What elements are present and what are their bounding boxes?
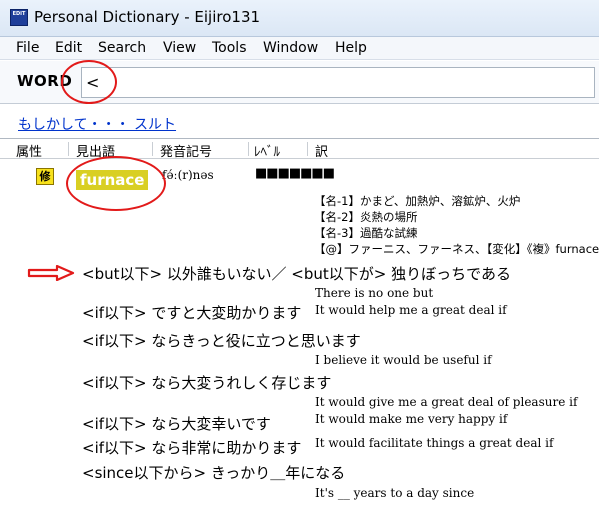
column-level[interactable]: ﾚﾍﾞﾙ bbox=[254, 141, 280, 160]
example-english: It's __ years to a day since bbox=[315, 486, 475, 500]
menu-window[interactable]: Window bbox=[263, 40, 318, 56]
search-toolbar: WORD bbox=[0, 61, 599, 104]
column-header: 属性 見出語 発音記号 ﾚﾍﾞﾙ 訳 bbox=[0, 140, 599, 160]
attribute-badge: 修 bbox=[36, 168, 54, 185]
app-icon: EDIT bbox=[10, 9, 28, 26]
definition-line: 【名-3】過酷な試練 bbox=[314, 226, 418, 240]
column-attribute[interactable]: 属性 bbox=[16, 141, 42, 160]
example-japanese: <if以下> ならきっと役に立つと思います bbox=[82, 332, 361, 350]
example-english: There is no one but bbox=[315, 286, 434, 300]
pronunciation: fə́ː(r)nəs bbox=[162, 168, 214, 182]
suggestion-bar: もしかして・・・ スルト bbox=[0, 105, 599, 139]
example-japanese: <if以下> なら大変うれしく存じます bbox=[82, 374, 332, 392]
level-indicator: ■■■■■■■ bbox=[255, 166, 335, 181]
menu-help[interactable]: Help bbox=[335, 40, 367, 56]
column-pronunciation[interactable]: 発音記号 bbox=[160, 141, 212, 160]
column-divider[interactable] bbox=[68, 142, 69, 156]
column-translation[interactable]: 訳 bbox=[315, 141, 328, 160]
definition-line: 【@】ファーニス、ファーネス、【変化】《複》furnaces bbox=[314, 242, 599, 256]
example-english: It would facilitate things a great deal … bbox=[315, 436, 554, 450]
window-title: Personal Dictionary - Eijiro131 bbox=[34, 8, 261, 26]
menu-view[interactable]: View bbox=[163, 40, 196, 56]
example-japanese: <since以下から> きっかり＿年になる bbox=[82, 464, 346, 482]
example-japanese: <if以下> なら大変幸いです bbox=[82, 415, 271, 433]
column-divider[interactable] bbox=[307, 142, 308, 156]
example-english: It would make me very happy if bbox=[315, 412, 508, 426]
definition-line: 【名-1】かまど、加熱炉、溶鉱炉、火炉 bbox=[314, 194, 521, 208]
example-japanese: <if以下> ですと大変助かります bbox=[82, 304, 302, 322]
column-headword[interactable]: 見出語 bbox=[76, 141, 115, 160]
menu-file[interactable]: File bbox=[16, 40, 39, 56]
column-divider[interactable] bbox=[152, 142, 153, 156]
example-english: It would help me a great deal if bbox=[315, 303, 507, 317]
menu-bar: File Edit Search View Tools Window Help bbox=[0, 37, 599, 60]
results-pane[interactable]: 修 furnace fə́ː(r)nəs ■■■■■■■ 【名-1】かまど、加熱… bbox=[0, 160, 599, 505]
example-english: It would give me a great deal of pleasur… bbox=[315, 395, 578, 409]
menu-tools[interactable]: Tools bbox=[212, 40, 247, 56]
example-english: I believe it would be useful if bbox=[315, 353, 492, 367]
right-arrow-icon bbox=[27, 265, 75, 281]
suggestion-link[interactable]: もしかして・・・ スルト bbox=[18, 114, 176, 134]
example-japanese: <if以下> なら非常に助かります bbox=[82, 439, 302, 457]
column-divider[interactable] bbox=[248, 142, 249, 156]
definition-line: 【名-2】炎熱の場所 bbox=[314, 210, 418, 224]
example-japanese: <but以下> 以外誰もいない／ <but以下が> 独りぼっちである bbox=[82, 265, 511, 283]
headword[interactable]: furnace bbox=[76, 170, 149, 190]
menu-search[interactable]: Search bbox=[98, 40, 146, 56]
search-input[interactable] bbox=[81, 67, 595, 98]
word-label: WORD bbox=[17, 72, 73, 90]
title-bar: EDIT Personal Dictionary - Eijiro131 bbox=[0, 0, 599, 37]
menu-edit[interactable]: Edit bbox=[55, 40, 82, 56]
